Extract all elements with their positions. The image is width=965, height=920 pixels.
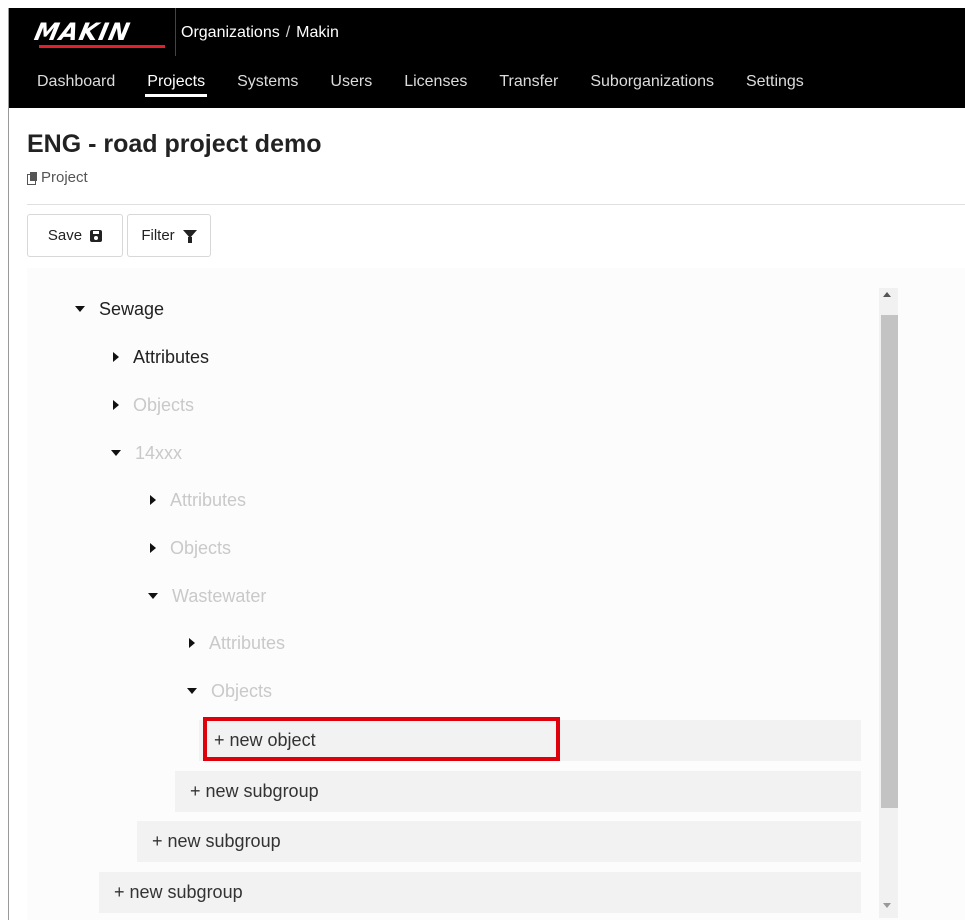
tree-node-wastewater-objects[interactable]: Objects	[187, 678, 272, 704]
tree-node-14xxx[interactable]: 14xxx	[111, 440, 182, 466]
tree-node-label: 14xxx	[135, 442, 183, 463]
tree-node-14xxx-objects[interactable]: Objects	[150, 535, 231, 561]
nav-dashboard[interactable]: Dashboard	[21, 71, 131, 97]
breadcrumb-makin[interactable]: Makin	[296, 24, 339, 42]
tree-node-label: Attributes	[170, 489, 247, 510]
tree-node-label: Wastewater	[172, 585, 267, 606]
copy-icon	[27, 171, 37, 185]
funnel-icon	[182, 229, 197, 243]
main-nav: Dashboard Projects Systems Users License…	[21, 71, 820, 97]
nav-suborganizations[interactable]: Suborganizations	[574, 71, 730, 97]
highlight-annotation	[203, 717, 560, 761]
breadcrumb-organizations[interactable]: Organizations	[181, 24, 280, 42]
scrollbar-thumb[interactable]	[881, 315, 898, 808]
breadcrumb: Organizations / Makin	[181, 24, 339, 42]
nav-licenses[interactable]: Licenses	[388, 71, 483, 97]
scroll-down-arrow-icon[interactable]	[883, 903, 891, 908]
tree-node-sewage-objects[interactable]: Objects	[113, 392, 194, 418]
page-subtitle: Project	[27, 169, 88, 186]
new-subgroup-label: + new subgroup	[114, 882, 243, 902]
tree-node-label: Attributes	[209, 632, 286, 653]
makin-logo[interactable]: MAKIN	[32, 18, 171, 48]
caret-right-icon	[113, 400, 119, 410]
tree-node-label: Objects	[170, 537, 232, 558]
window-left-border	[8, 8, 9, 920]
tree-node-label: Objects	[211, 680, 273, 701]
tree-node-sewage-attributes[interactable]: Attributes	[113, 344, 209, 370]
tree-node-label: Attributes	[133, 346, 210, 367]
filter-button[interactable]: Filter	[127, 214, 211, 257]
caret-down-icon	[111, 450, 121, 456]
nav-systems[interactable]: Systems	[221, 71, 314, 97]
caret-right-icon	[150, 495, 156, 505]
floppy-disk-icon	[90, 229, 103, 242]
caret-down-icon	[75, 306, 85, 312]
top-navigation-bar: MAKIN Organizations / Makin Dashboard Pr…	[9, 8, 965, 108]
logo-text: MAKIN	[32, 18, 134, 46]
page-title: ENG - road project demo	[27, 130, 322, 158]
divider	[27, 204, 965, 205]
new-subgroup-label: + new subgroup	[152, 831, 281, 851]
caret-right-icon	[189, 638, 195, 648]
nav-users[interactable]: Users	[314, 71, 388, 97]
new-subgroup-14xxx-button[interactable]: + new subgroup	[137, 821, 861, 862]
tree-node-sewage[interactable]: Sewage	[75, 296, 164, 322]
save-button-label: Save	[47, 227, 83, 244]
logo-stripe	[39, 45, 165, 48]
scroll-up-arrow-icon[interactable]	[883, 292, 891, 297]
caret-down-icon	[148, 593, 158, 599]
page-subtitle-label: Project	[41, 169, 88, 186]
tree-node-wastewater[interactable]: Wastewater	[148, 583, 266, 609]
tree-node-wastewater-attributes[interactable]: Attributes	[189, 630, 285, 656]
new-subgroup-sewage-button[interactable]: + new subgroup	[99, 872, 861, 913]
nav-projects[interactable]: Projects	[131, 71, 221, 97]
caret-right-icon	[150, 543, 156, 553]
caret-down-icon	[187, 688, 197, 694]
nav-settings[interactable]: Settings	[730, 71, 820, 97]
caret-right-icon	[113, 352, 119, 362]
save-button[interactable]: Save	[27, 214, 123, 257]
breadcrumb-separator: /	[285, 24, 291, 41]
new-subgroup-label: + new subgroup	[190, 781, 319, 801]
new-subgroup-wastewater-button[interactable]: + new subgroup	[175, 771, 861, 812]
tree-node-14xxx-attributes[interactable]: Attributes	[150, 487, 246, 513]
nav-transfer[interactable]: Transfer	[483, 71, 574, 97]
header-divider	[175, 8, 176, 56]
tree-node-label: Objects	[133, 394, 195, 415]
tree-node-label: Sewage	[99, 298, 165, 319]
filter-button-label: Filter	[141, 227, 175, 244]
